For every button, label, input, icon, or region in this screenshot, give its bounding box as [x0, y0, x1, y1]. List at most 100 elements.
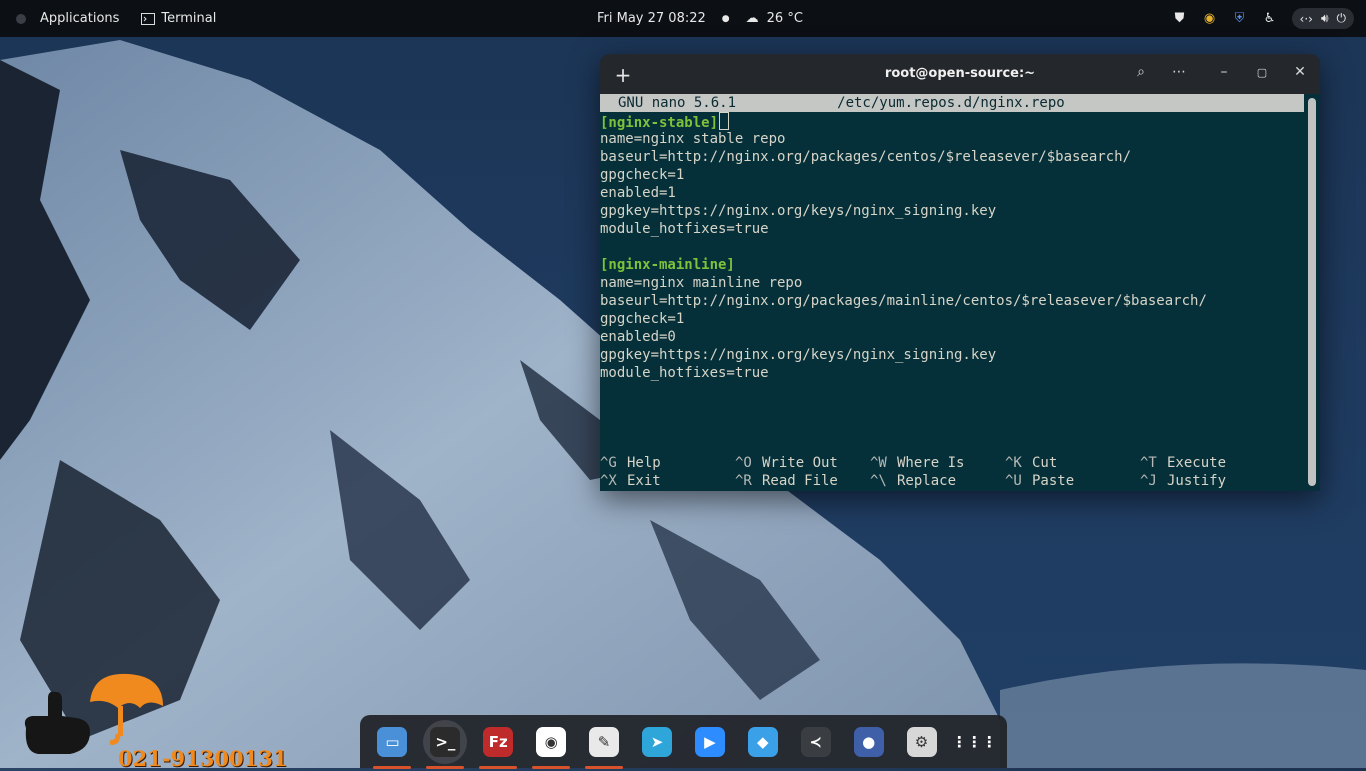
shortcut-item: ^U Paste — [1005, 472, 1140, 490]
config-line: gpgkey=https://nginx.org/keys/nginx_sign… — [600, 203, 997, 219]
dock-chrome[interactable]: ◉ — [529, 720, 573, 769]
dock-vscode[interactable]: ≺ — [794, 720, 838, 764]
maximize-icon[interactable]: ▢ — [1252, 66, 1272, 79]
shortcut-label: Cut — [1032, 455, 1058, 471]
hand-umbrella-logo — [24, 673, 163, 754]
activities-dot-icon[interactable] — [16, 13, 26, 24]
running-indicator — [373, 765, 412, 769]
terminal-app-menu[interactable]: Terminal — [141, 11, 216, 26]
dock-text-editor[interactable]: ✎ — [582, 720, 626, 769]
shortcut-key: ^X — [600, 473, 617, 489]
config-line — [600, 238, 1304, 256]
minimize-icon[interactable]: – — [1214, 64, 1234, 80]
power-icon: ⏻ — [1336, 11, 1347, 25]
applications-menu[interactable]: Applications — [40, 11, 119, 26]
top-panel: Applications Terminal Fri May 27 08:22 ●… — [0, 0, 1366, 37]
clock-area[interactable]: Fri May 27 08:22 ● ☁ 26 °C — [597, 0, 803, 37]
dock-telegram[interactable]: ➤ — [635, 720, 679, 764]
mascot-app-icon: ● — [853, 726, 884, 757]
shortcut-item: ^R Read File — [735, 472, 870, 490]
terminal-window[interactable]: + root@open-source:~ ⌕ ⋯ – ▢ ✕ GNU nano … — [600, 54, 1320, 491]
config-line: name=nginx stable repo — [600, 131, 786, 147]
nano-shortcuts: ^G Help ^O Write Out ^W Where Is ^K Cut ^T Execut… — [600, 454, 1304, 490]
shortcut-item: ^K Cut — [1005, 454, 1140, 472]
dock-zoom[interactable]: ▶ — [688, 720, 732, 764]
dock-app-grid[interactable]: ⋮⋮⋮ — [952, 720, 997, 764]
filezilla-icon: Fz — [483, 726, 514, 757]
shortcut-label: Paste — [1032, 473, 1075, 489]
chrome-tray-icon[interactable]: ◉ — [1202, 11, 1218, 27]
weather-cloud-icon: ☁ — [745, 11, 759, 26]
shield-tray-icon[interactable]: ⛊ — [1172, 11, 1188, 27]
dock-files[interactable]: ▭ — [370, 720, 414, 769]
running-indicator — [532, 765, 571, 769]
terminal-scrollbar[interactable] — [1308, 98, 1316, 486]
running-indicator — [585, 765, 624, 769]
files-icon: ▭ — [377, 726, 408, 757]
network-icon: ‹·› — [1299, 11, 1313, 26]
shortcut-item: ^W Where Is — [870, 454, 1005, 472]
running-indicator — [479, 765, 518, 769]
shortcut-label: Replace — [897, 473, 957, 489]
system-menu[interactable]: ‹·› 🔊︎ ⏻ — [1291, 8, 1354, 29]
terminal-small-icon — [141, 12, 156, 25]
close-icon[interactable]: ✕ — [1290, 64, 1310, 80]
shortcut-row-1: ^G Help ^O Write Out ^W Where Is ^K Cut ^T Execut… — [600, 454, 1304, 472]
zoom-icon: ▶ — [694, 726, 725, 757]
vscode-icon: ≺ — [800, 726, 831, 757]
text-editor-icon: ✎ — [589, 726, 620, 757]
config-line: module_hotfixes=true — [600, 365, 769, 381]
dock-terminal[interactable]: >_ — [423, 719, 468, 769]
shortcut-item: ^J Justify — [1140, 472, 1275, 490]
applications-label: Applications — [40, 11, 120, 26]
search-icon[interactable]: ⌕ — [1131, 64, 1151, 80]
config-line: baseurl=http://nginx.org/packages/mainli… — [600, 293, 1207, 309]
config-line: baseurl=http://nginx.org/packages/centos… — [600, 149, 1132, 165]
date-time: Fri May 27 08:22 — [597, 11, 706, 26]
config-line: gpgcheck=1 — [600, 167, 685, 183]
config-section-line: [nginx-stable] — [600, 112, 1304, 131]
volume-icon: 🔊︎ — [1320, 11, 1329, 25]
shortcut-key: ^K — [1005, 455, 1022, 471]
menu-dots-icon[interactable]: ⋯ — [1169, 64, 1189, 80]
accessibility-icon[interactable]: ♿ — [1262, 11, 1278, 27]
logo-phone-number: 021-91300131 — [118, 746, 288, 771]
dock-vpn-shield[interactable]: ◆ — [741, 720, 785, 764]
dock: ▭ >_ Fz ◉ ✎ ➤ ▶ ◆ ≺ ● ⚙ ⋮⋮⋮ — [360, 715, 1007, 769]
shortcut-key: ^\ — [870, 473, 887, 489]
dock-settings[interactable]: ⚙ — [900, 720, 944, 764]
shortcut-label: Help — [627, 455, 661, 471]
shortcut-label: Exit — [627, 473, 661, 489]
terminal-icon: >_ — [430, 726, 461, 757]
terminal-header-bar[interactable]: + root@open-source:~ ⌕ ⋯ – ▢ ✕ — [600, 54, 1320, 94]
config-line: enabled=0 — [600, 329, 676, 345]
vpn-tray-icon[interactable]: ⛨ — [1232, 11, 1248, 27]
shortcut-label: Execute — [1167, 455, 1227, 471]
shortcut-item: ^G Help — [600, 454, 735, 472]
nano-content[interactable]: [nginx-stable] name=nginx stable repo base… — [600, 112, 1304, 382]
vpn-shield-icon: ◆ — [747, 726, 778, 757]
shortcut-item: ^\ Replace — [870, 472, 1005, 490]
weather-temp: 26 °C — [766, 11, 803, 26]
terminal-label: Terminal — [161, 11, 217, 26]
chrome-icon: ◉ — [536, 726, 567, 757]
nano-editor[interactable]: GNU nano 5.6.1 /etc/yum.repos.d/nginx.re… — [600, 94, 1304, 491]
shortcut-key: ^U — [1005, 473, 1022, 489]
dock-mascot-app[interactable]: ● — [847, 720, 891, 764]
dock-filezilla[interactable]: Fz — [476, 720, 520, 769]
shortcut-key: ^O — [735, 455, 752, 471]
running-indicator — [426, 765, 465, 769]
nano-title-bar: GNU nano 5.6.1 /etc/yum.repos.d/nginx.re… — [600, 94, 1304, 112]
config-line: module_hotfixes=true — [600, 221, 769, 237]
shortcut-item: ^X Exit — [600, 472, 735, 490]
shortcut-key: ^R — [735, 473, 752, 489]
config-line: enabled=1 — [600, 185, 676, 201]
settings-icon: ⚙ — [906, 726, 937, 757]
shortcut-label: Justify — [1167, 473, 1227, 489]
shortcut-key: ^J — [1140, 473, 1157, 489]
shortcut-key: ^W — [870, 455, 887, 471]
shortcut-key: ^G — [600, 455, 617, 471]
notification-dot-icon: ● — [721, 13, 730, 24]
window-title: root@open-source:~ — [884, 66, 1036, 81]
telegram-icon: ➤ — [641, 726, 672, 757]
